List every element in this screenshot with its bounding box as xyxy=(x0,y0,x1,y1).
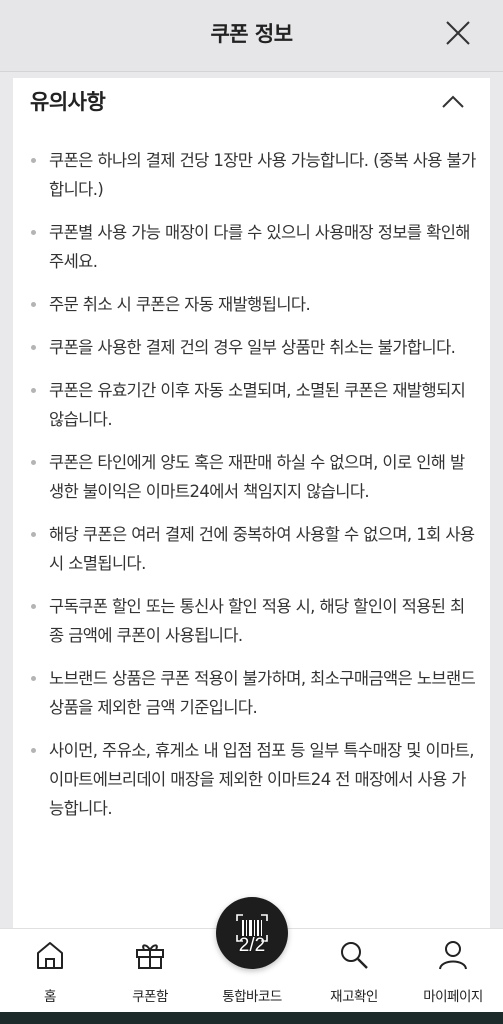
user-icon xyxy=(439,941,467,970)
list-item: 쿠폰별 사용 가능 매장이 다를 수 있으니 사용매장 정보를 확인해주세요. xyxy=(29,218,479,276)
gift-icon xyxy=(136,944,164,969)
home-icon xyxy=(37,942,63,969)
bullet-dot xyxy=(31,345,36,350)
tab-mypage[interactable]: 마이페이지 xyxy=(403,929,503,1013)
list-item: 해당 쿠폰은 여러 결제 건에 중복하여 사용할 수 없으며, 1회 사용 시 … xyxy=(29,520,479,578)
tab-label: 홈 xyxy=(44,989,56,1005)
tab-label: 통합바코드 xyxy=(222,989,282,1005)
tab-label: 마이페이지 xyxy=(423,989,483,1005)
system-nav-bar xyxy=(0,1012,503,1024)
bullet-dot xyxy=(31,748,36,753)
notice-list: 쿠폰은 하나의 결제 건당 1장만 사용 가능합니다. (중복 사용 불가합니다… xyxy=(29,146,479,837)
note-text: 주문 취소 시 쿠폰은 자동 재발행됩니다. xyxy=(49,295,311,314)
section-title: 유의사항 xyxy=(30,90,106,114)
note-text: 쿠폰은 유효기간 이후 자동 소멸되며, 소멸된 쿠폰은 재발행되지 않습니다. xyxy=(49,381,466,429)
search-icon xyxy=(341,942,368,969)
list-item: 쿠폰은 타인에게 양도 혹은 재판매 하실 수 없으며, 이로 인해 발생한 불… xyxy=(29,448,479,506)
bullet-dot xyxy=(31,604,36,609)
bullet-dot xyxy=(31,302,36,307)
tab-label: 재고확인 xyxy=(330,989,378,1005)
list-item: 쿠폰을 사용한 결제 건의 경우 일부 상품만 취소는 불가합니다. xyxy=(29,333,479,362)
list-item: 사이먼, 주유소, 휴게소 내 입점 점포 등 일부 특수매장 및 이마트, 이… xyxy=(29,736,479,823)
bullet-dot xyxy=(31,460,36,465)
bullet-dot xyxy=(31,158,36,163)
header: 쿠폰 정보 xyxy=(0,0,503,72)
list-item: 쿠폰은 하나의 결제 건당 1장만 사용 가능합니다. (중복 사용 불가합니다… xyxy=(29,146,479,204)
bullet-dot xyxy=(31,532,36,537)
note-text: 쿠폰을 사용한 결제 건의 경우 일부 상품만 취소는 불가합니다. xyxy=(49,338,456,357)
note-text: 노브랜드 상품은 쿠폰 적용이 불가하며, 최소구매금액은 노브랜드 상품을 제… xyxy=(49,669,476,717)
bullet-dot xyxy=(31,388,36,393)
page-title: 쿠폰 정보 xyxy=(210,22,293,46)
list-item: 쿠폰은 유효기간 이후 자동 소멸되며, 소멸된 쿠폰은 재발행되지 않습니다. xyxy=(29,376,479,434)
note-text: 구독쿠폰 할인 또는 통신사 할인 적용 시, 해당 할인이 적용된 최종 금액… xyxy=(49,597,465,645)
close-icon xyxy=(446,21,470,45)
note-text: 쿠폰별 사용 가능 매장이 다를 수 있으니 사용매장 정보를 확인해주세요. xyxy=(49,223,470,271)
note-text: 쿠폰은 하나의 결제 건당 1장만 사용 가능합니다. (중복 사용 불가합니다… xyxy=(49,151,476,199)
list-item: 구독쿠폰 할인 또는 통신사 할인 적용 시, 해당 할인이 적용된 최종 금액… xyxy=(29,592,479,650)
tab-home[interactable]: 홈 xyxy=(0,929,100,1013)
note-text: 사이먼, 주유소, 휴게소 내 입점 점포 등 일부 특수매장 및 이마트, 이… xyxy=(49,741,474,818)
barcode-counter: 2/2 xyxy=(238,935,266,956)
section-header[interactable]: 유의사항 xyxy=(30,86,470,130)
list-item: 노브랜드 상품은 쿠폰 적용이 불가하며, 최소구매금액은 노브랜드 상품을 제… xyxy=(29,664,479,722)
close-button[interactable] xyxy=(445,20,471,46)
note-text: 해당 쿠폰은 여러 결제 건에 중복하여 사용할 수 없으며, 1회 사용 시 … xyxy=(49,525,475,573)
barcode-button[interactable] xyxy=(216,897,288,969)
collapse-button[interactable] xyxy=(440,92,466,112)
notice-card: 유의사항 쿠폰은 하나의 결제 건당 1장만 사용 가능합니다. (중복 사용 … xyxy=(13,78,490,928)
list-item: 주문 취소 시 쿠폰은 자동 재발행됩니다. xyxy=(29,290,479,319)
note-text: 쿠폰은 타인에게 양도 혹은 재판매 하실 수 없으며, 이로 인해 발생한 불… xyxy=(49,453,465,501)
bullet-dot xyxy=(31,230,36,235)
tab-stock-check[interactable]: 재고확인 xyxy=(304,929,404,1013)
tab-coupon-box[interactable]: 쿠폰함 xyxy=(100,929,200,1013)
chevron-up-icon xyxy=(442,95,464,108)
bullet-dot xyxy=(31,676,36,681)
tab-label: 쿠폰함 xyxy=(132,989,168,1005)
